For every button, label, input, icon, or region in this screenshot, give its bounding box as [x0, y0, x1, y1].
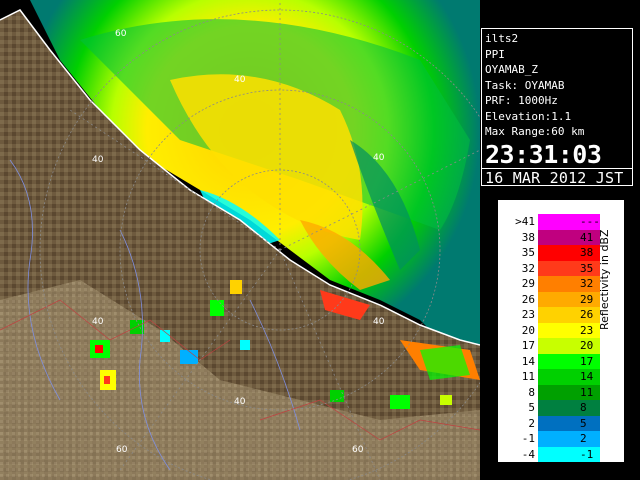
legend-swatch: 29: [538, 291, 600, 307]
legend-low-value: >41: [515, 215, 535, 228]
legend-high-value: 11: [580, 385, 594, 399]
scan-type: PPI: [485, 47, 505, 61]
scan-date: 16 MAR 2012 JST: [482, 167, 632, 187]
legend-low-value: 26: [521, 292, 535, 306]
legend-unit-label: Reflectivity in dBZ: [598, 229, 611, 330]
ring-label: 40: [234, 397, 246, 407]
legend-low-value: -4: [521, 447, 535, 461]
legend-low-value: 14: [521, 354, 535, 368]
legend-swatch: 8: [538, 400, 600, 416]
legend-row: -1 2: [498, 431, 624, 447]
prf-value: PRF: 1000Hz: [485, 94, 558, 107]
ring-label: 40: [234, 75, 246, 85]
legend-low-value: 32: [521, 261, 535, 275]
legend-row: 11 14: [498, 369, 624, 385]
legend-swatch: -1: [538, 446, 600, 462]
legend-low-value: 17: [521, 339, 535, 352]
scan-time: 23:31:03: [485, 139, 602, 169]
legend-row: >41 ---: [498, 214, 624, 230]
legend-low-value: 38: [521, 230, 535, 244]
legend-swatch: 5: [538, 415, 600, 431]
legend-low-value: -1: [521, 432, 535, 445]
task-name: Task: OYAMAB: [485, 78, 565, 92]
product-name: OYAMAB_Z: [485, 63, 538, 76]
ring-label: 40: [373, 317, 385, 327]
legend-row: 14 17: [498, 353, 624, 369]
ring-label: 40: [92, 317, 104, 327]
legend-low-value: 20: [521, 323, 535, 337]
legend-high-value: -1: [580, 447, 594, 461]
legend-swatch: 32: [538, 276, 600, 292]
scan-info-panel: ilts2 PPI OYAMAB_Z Task: OYAMAB PRF: 100…: [481, 28, 633, 187]
legend-high-value: 2: [580, 432, 587, 445]
legend-row: 17 20: [498, 338, 624, 354]
legend-swatch: 2: [538, 431, 600, 447]
ring-label: 60: [116, 445, 128, 455]
legend-swatch: ---: [538, 214, 600, 230]
legend-high-value: 8: [580, 401, 587, 414]
legend-swatch: 14: [538, 369, 600, 385]
legend-swatch: 26: [538, 307, 600, 323]
legend-row: -4 -1: [498, 446, 624, 462]
radar-ppi-map[interactable]: 60 40 40 40 40 40 60 60 40: [0, 0, 480, 480]
legend-high-value: ---: [580, 215, 600, 228]
legend-row: 8 11: [498, 384, 624, 400]
legend-high-value: 5: [580, 416, 587, 430]
legend-low-value: 35: [521, 246, 535, 259]
legend-swatch: 11: [538, 384, 600, 400]
legend-high-value: 17: [580, 354, 594, 368]
legend-swatch: 23: [538, 322, 600, 338]
legend-swatch: 38: [538, 245, 600, 261]
legend-swatch: 41: [538, 229, 600, 245]
ring-label: 40: [92, 155, 104, 165]
ring-label: 60: [352, 445, 364, 455]
ring-label: 60: [115, 29, 127, 39]
legend-low-value: 2: [528, 416, 535, 430]
legend-high-value: 20: [580, 339, 594, 352]
legend-low-value: 8: [528, 385, 535, 399]
legend-swatch: 17: [538, 353, 600, 369]
radar-display: 60 40 40 40 40 40 60 60 40 ilts2 PPI OYA…: [0, 0, 640, 480]
legend-low-value: 11: [521, 370, 535, 383]
legend-row: 58: [498, 400, 624, 416]
legend-row: 25: [498, 415, 624, 431]
legend-high-value: 14: [580, 370, 594, 383]
ring-label: 40: [373, 153, 385, 163]
station-name: ilts2: [485, 32, 519, 45]
legend-low-value: 23: [521, 308, 535, 321]
legend-low-value: 5: [528, 401, 535, 414]
legend-swatch: 20: [538, 338, 600, 354]
legend-low-value: 29: [521, 277, 535, 290]
max-range-value: Max Range:60 km: [485, 125, 585, 138]
elevation-value: Elevation:1.1: [485, 109, 572, 123]
legend-swatch: 35: [538, 260, 600, 276]
